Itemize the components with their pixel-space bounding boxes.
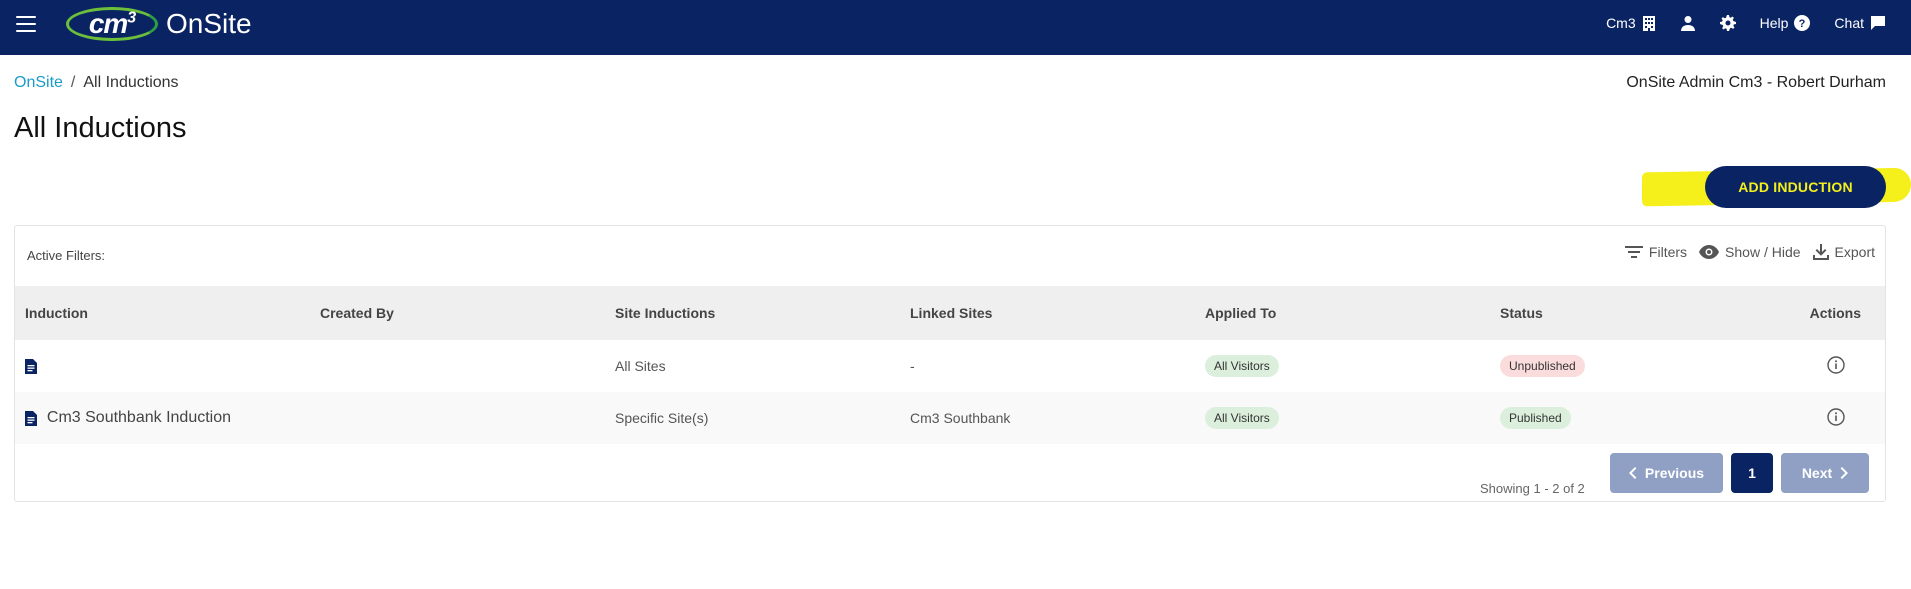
- help-button[interactable]: Help ?: [1759, 14, 1811, 31]
- chevron-left-icon: [1628, 467, 1637, 479]
- table-row[interactable]: All Sites - All Visitors Unpublished: [15, 340, 1885, 392]
- filters-label: Filters: [1648, 244, 1688, 260]
- header-status[interactable]: Status: [1500, 305, 1543, 321]
- page-1-button[interactable]: 1: [1731, 453, 1773, 493]
- site-inductions-cell: Specific Site(s): [615, 410, 709, 426]
- filters-button[interactable]: Filters: [1624, 244, 1688, 260]
- header-created-by[interactable]: Created By: [320, 305, 394, 321]
- breadcrumb: OnSite / All Inductions: [14, 74, 179, 92]
- applied-to-chip: All Visitors: [1205, 355, 1279, 377]
- cm3-logo-mark: cm3: [66, 7, 158, 41]
- active-filters-label: Active Filters:: [27, 248, 106, 263]
- inductions-table-card: Active Filters: Filters Show / Hide Expo…: [14, 225, 1886, 502]
- document-icon: [25, 410, 37, 426]
- table-tools: Filters Show / Hide Export: [1613, 244, 1875, 260]
- hamburger-icon[interactable]: [16, 16, 36, 32]
- header-site-inductions[interactable]: Site Inductions: [615, 305, 715, 321]
- help-label: Help: [1759, 14, 1789, 31]
- add-induction-button[interactable]: ADD INDUCTION: [1705, 166, 1886, 208]
- applied-to-chip: All Visitors: [1205, 407, 1279, 429]
- status-badge: Published: [1500, 407, 1571, 429]
- table-row[interactable]: Cm3 Southbank Induction Specific Site(s)…: [15, 392, 1885, 444]
- header-linked-sites[interactable]: Linked Sites: [910, 305, 992, 321]
- logged-in-user: OnSite Admin Cm3 - Robert Durham: [1626, 74, 1886, 91]
- linked-sites-cell: Cm3 Southbank: [910, 410, 1011, 426]
- download-icon: [1812, 244, 1829, 260]
- induction-cell[interactable]: Cm3 Southbank Induction: [25, 409, 231, 427]
- document-icon: [25, 358, 37, 374]
- header-induction[interactable]: Induction: [25, 305, 88, 321]
- info-icon[interactable]: [1827, 355, 1845, 374]
- filters-toolbar: Active Filters: Filters Show / Hide Expo…: [15, 226, 1885, 286]
- header-applied-to[interactable]: Applied To: [1205, 305, 1276, 321]
- induction-cell[interactable]: [25, 357, 43, 375]
- profile-button[interactable]: [1680, 15, 1696, 31]
- building-icon: [1642, 15, 1655, 31]
- export-button[interactable]: Export: [1812, 244, 1875, 260]
- status-badge: Unpublished: [1500, 355, 1585, 377]
- eye-icon: [1699, 245, 1720, 259]
- breadcrumb-separator: /: [70, 74, 76, 91]
- table-header: Induction Created By Site Inductions Lin…: [15, 286, 1885, 340]
- chevron-right-icon: [1840, 467, 1849, 479]
- export-label: Export: [1834, 244, 1875, 260]
- logo-text: OnSite: [166, 8, 252, 39]
- breadcrumb-current: All Inductions: [83, 74, 179, 91]
- show-hide-label: Show / Hide: [1725, 244, 1801, 260]
- question-circle-icon: ?: [1794, 14, 1811, 31]
- previous-label: Previous: [1644, 465, 1705, 481]
- next-page-button[interactable]: Next: [1781, 453, 1869, 493]
- site-inductions-cell: All Sites: [615, 358, 666, 374]
- company-switcher[interactable]: Cm3: [1606, 15, 1656, 31]
- gear-icon: [1719, 14, 1736, 31]
- app-logo[interactable]: cm3 OnSite: [66, 4, 252, 44]
- chat-label: Chat: [1834, 14, 1864, 31]
- chat-button[interactable]: Chat: [1834, 15, 1886, 31]
- company-label: Cm3: [1606, 14, 1636, 31]
- header-actions: Actions: [1809, 305, 1861, 321]
- filter-icon: [1624, 246, 1643, 258]
- previous-page-button[interactable]: Previous: [1610, 453, 1723, 493]
- induction-name: Cm3 Southbank Induction: [46, 409, 232, 427]
- linked-sites-cell: -: [910, 358, 915, 374]
- page-title: All Inductions: [14, 112, 187, 144]
- pagination-summary: Showing 1 - 2 of 2: [1480, 481, 1585, 496]
- chat-bubble-icon: [1871, 15, 1885, 30]
- info-icon[interactable]: [1827, 407, 1845, 426]
- svg-text:?: ?: [1799, 18, 1806, 30]
- person-icon: [1680, 15, 1695, 31]
- top-nav-actions: Cm3 Help ? Chat: [1582, 0, 1886, 45]
- show-hide-button[interactable]: Show / Hide: [1699, 244, 1801, 260]
- next-label: Next: [1801, 465, 1833, 481]
- settings-button[interactable]: [1719, 14, 1736, 31]
- top-navigation-bar: cm3 OnSite Cm3 Help ? Chat: [0, 0, 1911, 55]
- breadcrumb-onsite-link[interactable]: OnSite: [14, 74, 63, 92]
